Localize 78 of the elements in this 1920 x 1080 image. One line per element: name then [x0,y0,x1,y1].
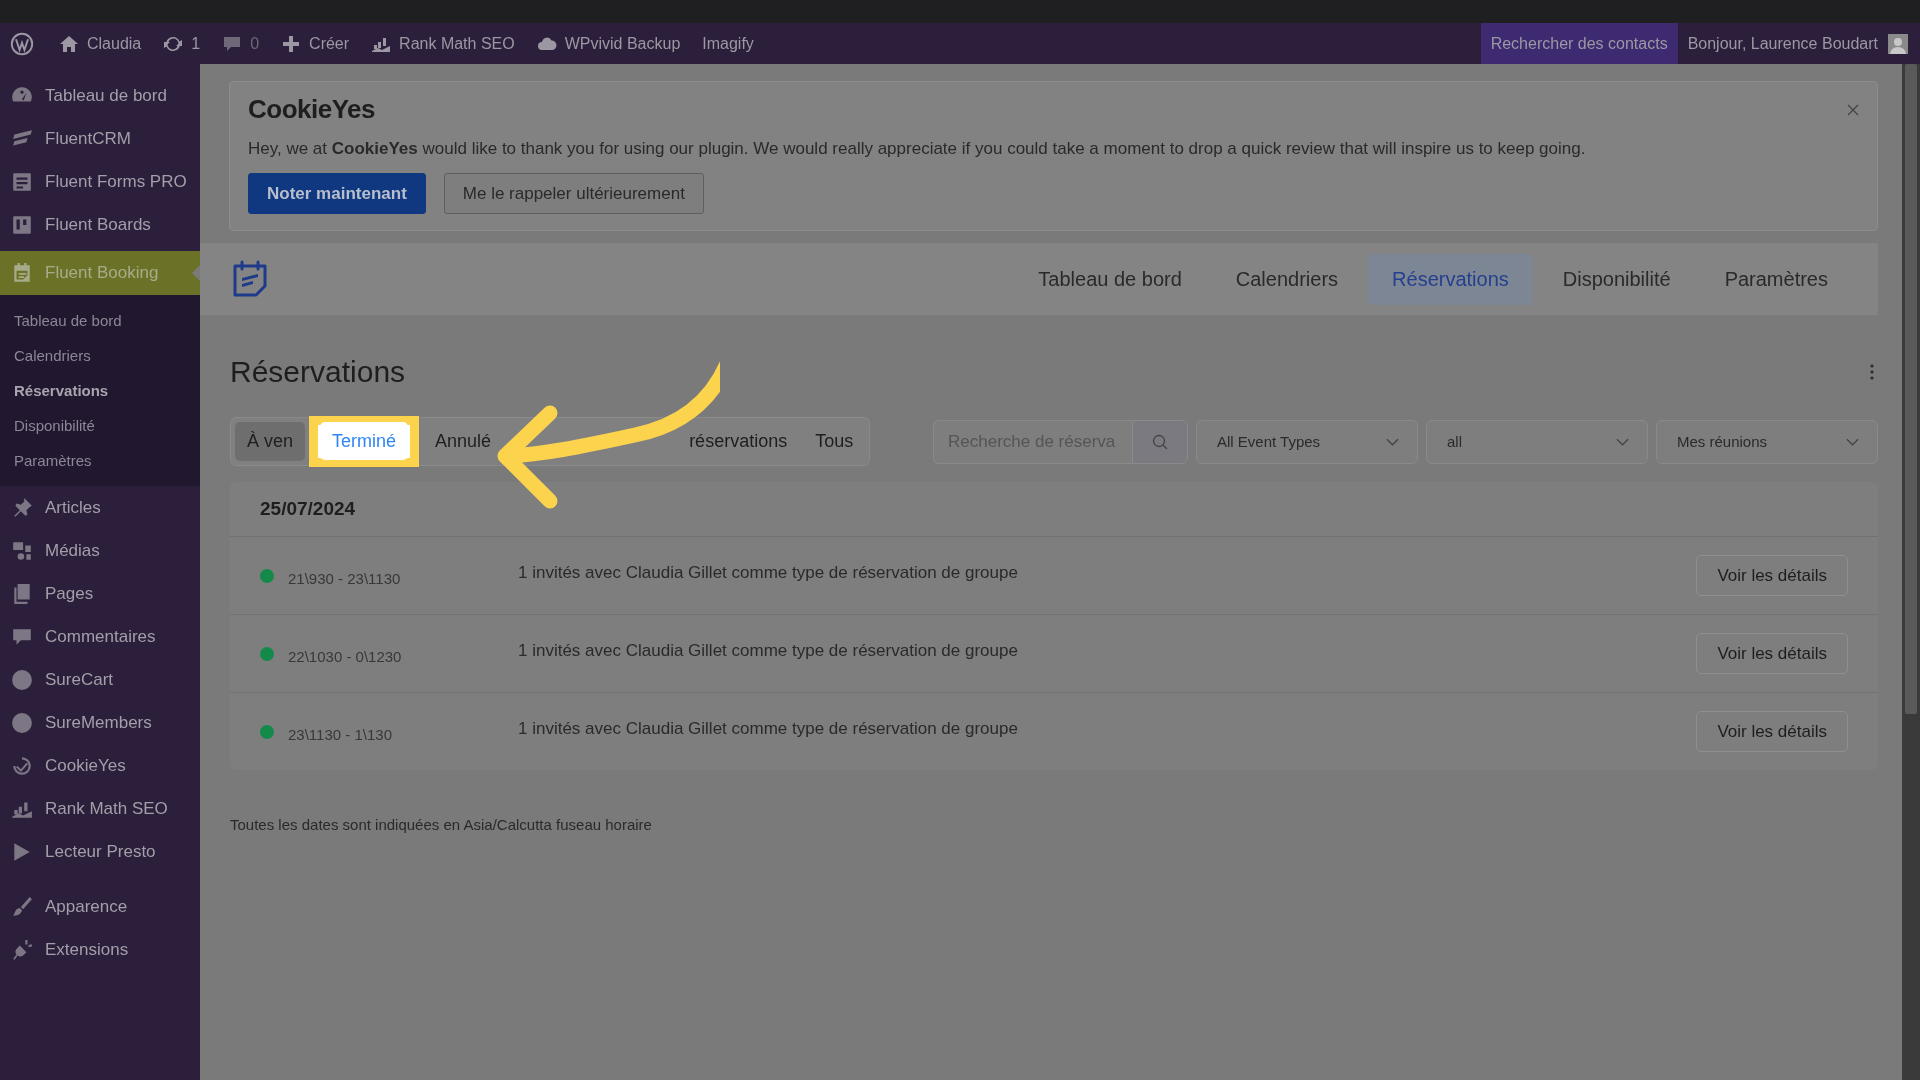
details-button[interactable]: Voir les détails [1696,633,1848,674]
scrollbar[interactable] [1902,64,1920,1080]
admin-bar-link[interactable]: 0 [211,33,271,54]
menu-item[interactable]: Commentaires [0,615,200,658]
pushpin-icon [11,496,33,519]
page-title: Réservations [230,355,406,389]
submenu-item[interactable]: Disponibilité [0,408,200,443]
caret-icon [1616,437,1629,446]
home-icon [59,33,79,54]
account-menu[interactable]: Bonjour, Laurence Boudart [1677,33,1920,54]
menu-item[interactable]: Fluent Forms PRO [0,160,200,203]
booking-description: 1 invités avec Claudia Gillet comme type de réservation de groupe [518,718,1019,739]
booking-description: 1 invités avec Claudia Gillet comme type de réservation de groupe [518,640,1019,661]
status-tab[interactable]: Tous [803,422,866,461]
more-options-icon[interactable] [1870,364,1874,380]
timezone-note: Toutes les dates sont indiquées en Asia/Calcutta fuseau horaire [230,816,653,833]
calendar-icon [11,262,33,284]
media-icon [11,539,33,562]
wordpress-logo[interactable] [10,31,34,56]
admin-bar-link[interactable]: WPvivid Backup [525,33,692,54]
booking-time: 21\930 - 23\1130 [288,569,402,587]
menu-item[interactable]: CookieYes [0,744,200,787]
details-button[interactable]: Voir les détails [1696,711,1848,752]
menu-item[interactable]: Pages [0,572,200,615]
menu-item[interactable]: Articles [0,486,200,529]
booking-time: 22\1030 - 0\1230 [288,647,403,665]
dropdown[interactable]: all [1426,419,1648,464]
caret-icon [1386,437,1399,446]
menu-item[interactable]: SureMembers [0,701,200,744]
search-contacts-link[interactable]: Rechercher des contacts [1480,23,1678,64]
admin-bar-link[interactable]: Rank Math SEO [360,33,526,54]
menu-item[interactable]: Médias [0,529,200,572]
admin-bar-link[interactable]: 1 [152,33,212,54]
submenu-item[interactable]: Paramètres [0,443,200,478]
cookieyes-logo: CookieYes [248,94,375,125]
submenu-item[interactable]: Calendriers [0,338,200,373]
dropdown[interactable]: Mes réunions [1656,419,1878,464]
menu-item[interactable]: Extensions [0,928,200,971]
menu-item[interactable]: Tableau de bord [0,74,200,117]
rate-button[interactable]: Noter maintenant [248,173,426,214]
menu-item[interactable]: FluentCRM [0,117,200,160]
search-button[interactable] [1132,419,1188,464]
search-icon [1152,433,1168,450]
menu-item[interactable]: Rank Math SEO [0,787,200,830]
booking-time: 23\1130 - 1\130 [288,725,393,743]
form-icon [11,170,33,193]
caret-icon [1846,437,1859,446]
status-tab[interactable]: À ven [235,422,306,461]
booking-description: 1 invités avec Claudia Gillet comme type de réservation de groupe [518,562,1019,583]
brush-icon [11,895,33,918]
menu-item[interactable]: Fluent Boards [0,203,200,246]
admin-bar-link[interactable]: Créer [270,33,361,54]
plus-icon [281,33,302,54]
notice-message: Hey, we at CookieYes would like to thank you for using our plugin. We would really appreciate if you could take a moment to drop a quick review that will inspire us to keep going. [248,139,1587,159]
menu-item[interactable]: Apparence [0,885,200,928]
nav-tab[interactable]: Tableau de bord [1014,253,1206,305]
submenu-item[interactable]: Réservations [0,373,200,408]
status-tab[interactable]: Annulé [423,422,504,461]
details-button[interactable]: Voir les détails [1696,555,1848,596]
status-tab[interactable]: réservations [677,422,800,461]
nav-tab[interactable]: Calendriers [1211,253,1363,305]
nav-tab[interactable]: Paramètres [1700,253,1852,305]
plug-icon [11,938,33,961]
nav-tab[interactable]: Disponibilité [1538,253,1695,305]
pages-icon [11,582,33,605]
close-icon[interactable] [1847,103,1859,116]
date-heading: 25/07/2024 [260,498,356,520]
admin-bar-link[interactable]: Claudia [48,33,153,54]
dropdown[interactable]: All Event Types [1196,419,1418,464]
scrollbar-thumb[interactable] [1905,64,1917,714]
menu-item[interactable]: SureCart [0,658,200,701]
avatar-icon [1888,33,1908,54]
menu-item[interactable]: Lecteur Presto [0,830,200,873]
board-icon [11,213,33,236]
submenu-item[interactable]: Tableau de bord [0,303,200,338]
status-tab[interactable]: Terminé [320,422,409,460]
admin-bar-link[interactable]: Imagify [691,34,765,53]
remind-later-button[interactable]: Me le rappeler ultérieurement [443,173,704,214]
